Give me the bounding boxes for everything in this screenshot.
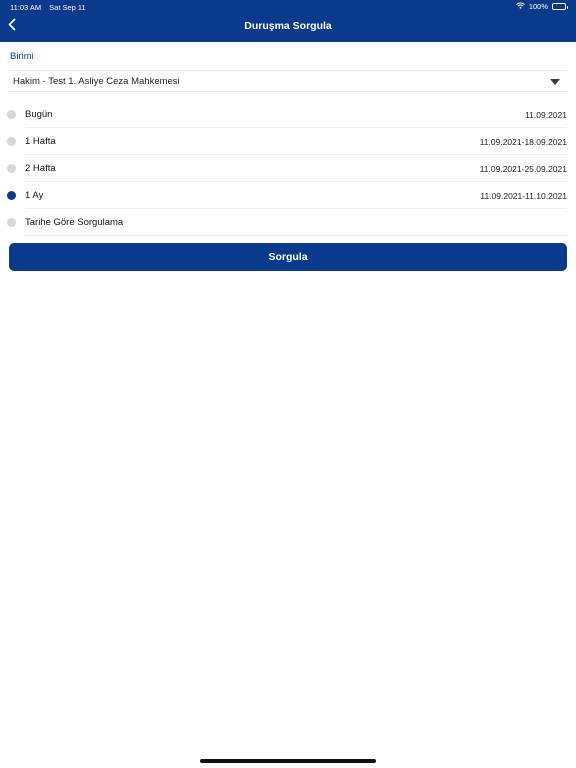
period-range: 11.09.2021-25.09.2021 xyxy=(479,164,567,174)
status-right: 100% xyxy=(515,2,568,11)
period-range: 11.09.2021-11.10.2021 xyxy=(480,191,567,201)
battery-icon xyxy=(552,3,568,10)
status-bar: 11:03 AM Sat Sep 11 100% xyxy=(0,0,576,14)
unit-selected-value: Hakim - Test 1. Asliye Ceza Mahkemesi xyxy=(13,76,180,87)
period-label: 1 Hafta xyxy=(25,136,56,147)
period-option-2-weeks[interactable]: 2 Hafta 11.09.2021-25.09.2021 xyxy=(0,155,576,182)
battery-percentage: 100% xyxy=(528,2,548,11)
period-option-today[interactable]: Bugün 11.09.2021 xyxy=(0,101,576,128)
home-indicator[interactable] xyxy=(200,759,376,763)
period-options: Bugün 11.09.2021 1 Hafta 11.09.2021-18.0… xyxy=(0,101,576,236)
period-range: 11.09.2021 xyxy=(525,110,567,120)
radio-1-week[interactable] xyxy=(7,137,16,146)
query-button[interactable]: Sorgula xyxy=(9,243,567,271)
caret-down-icon xyxy=(550,79,560,85)
status-left: 11:03 AM Sat Sep 11 xyxy=(10,3,86,12)
navigation-header: 11:03 AM Sat Sep 11 100% Duruşma Sorgula xyxy=(0,0,576,42)
period-label: 2 Hafta xyxy=(25,163,56,174)
wifi-icon xyxy=(515,2,525,11)
radio-today[interactable] xyxy=(7,110,16,119)
period-label: 1 Ay xyxy=(25,190,44,201)
period-option-1-week[interactable]: 1 Hafta 11.09.2021-18.09.2021 xyxy=(0,128,576,155)
period-option-1-month[interactable]: 1 Ay 11.09.2021-11.10.2021 xyxy=(0,182,576,209)
radio-by-date[interactable] xyxy=(7,218,16,227)
radio-2-weeks[interactable] xyxy=(7,164,16,173)
status-time: 11:03 AM xyxy=(10,3,42,12)
unit-label: Birimi xyxy=(10,51,34,62)
period-range: 11.09.2021-18.09.2021 xyxy=(479,137,567,147)
radio-1-month[interactable] xyxy=(7,191,16,200)
period-label: Bugün xyxy=(25,109,53,120)
page-title: Duruşma Sorgula xyxy=(244,20,332,32)
period-label: Tarihe Göre Sorgulama xyxy=(25,217,124,228)
status-date: Sat Sep 11 xyxy=(49,3,86,12)
period-option-by-date[interactable]: Tarihe Göre Sorgulama xyxy=(0,209,576,236)
unit-dropdown[interactable]: Hakim - Test 1. Asliye Ceza Mahkemesi xyxy=(9,70,567,92)
